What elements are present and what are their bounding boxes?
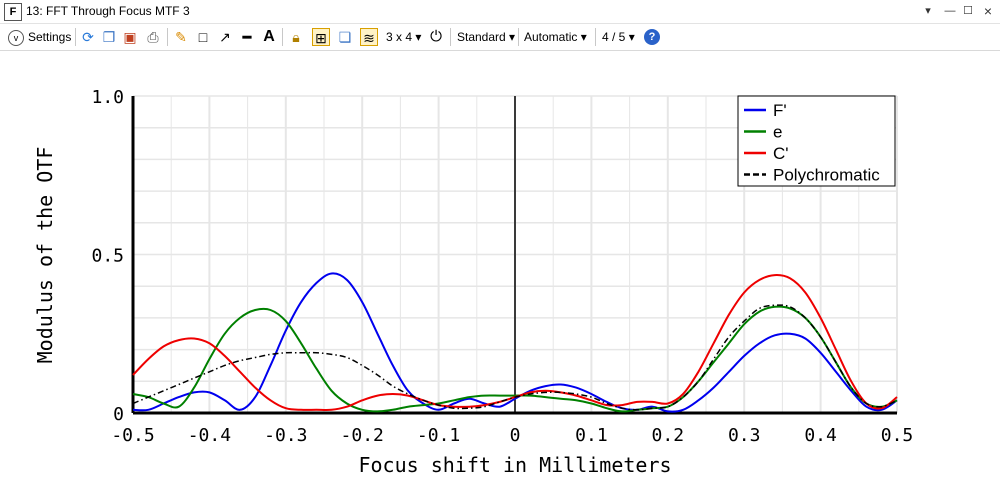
x-tick-label: -0.3 bbox=[264, 425, 307, 446]
x-tick-label: 0.5 bbox=[881, 425, 914, 446]
x-tick-label: -0.2 bbox=[341, 425, 384, 446]
y-tick-label: 0 bbox=[113, 404, 124, 425]
x-tick-label: 0 bbox=[510, 425, 521, 446]
y-tick-label: 0.5 bbox=[91, 246, 124, 267]
y-tick-label: 1.0 bbox=[91, 87, 124, 108]
x-tick-label: -0.1 bbox=[417, 425, 460, 446]
x-tick-label: -0.5 bbox=[111, 425, 154, 446]
x-tick-label: 0.2 bbox=[652, 425, 685, 446]
x-tick-label: 0.4 bbox=[804, 425, 837, 446]
chart-area: -0.5 -0.4 -0.3 -0.2 -0.1 0 0.1 0.2 0.3 0.4 0.5 0 0.5… bbox=[33, 87, 914, 477]
legend: F' e C' Polychromatic bbox=[737, 95, 896, 187]
legend-label: F' bbox=[773, 101, 787, 120]
x-tick-label: -0.4 bbox=[188, 425, 231, 446]
y-axis-label: Modulus of the OTF bbox=[33, 147, 57, 364]
legend-label: Polychromatic bbox=[773, 166, 880, 185]
legend-label: C' bbox=[773, 144, 789, 163]
x-axis-label: Focus shift in Millimeters bbox=[358, 453, 671, 477]
x-tick-label: 0.1 bbox=[575, 425, 608, 446]
x-tick-label: 0.3 bbox=[728, 425, 761, 446]
legend-label: e bbox=[773, 123, 782, 142]
